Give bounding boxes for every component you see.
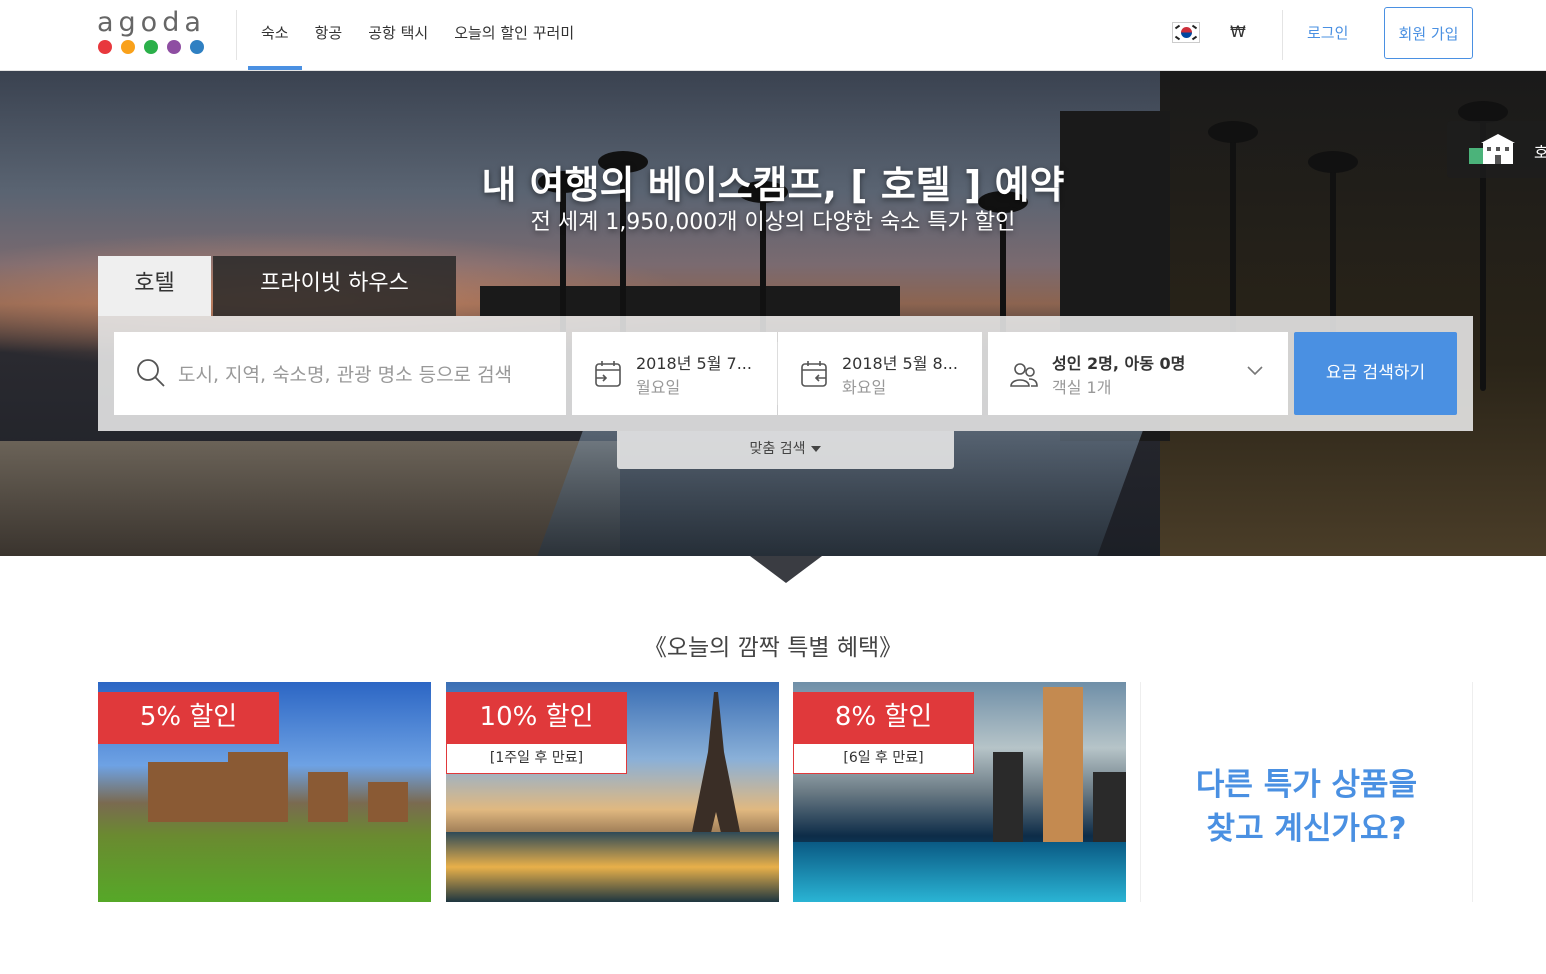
nav-item-flights[interactable]: 항공 (302, 0, 356, 70)
deals-section-title: 《오늘의 깜짝 특별 혜택》 (643, 635, 903, 661)
more-deals-text: 다른 특가 상품을 찾고 계신가요? (1195, 767, 1418, 847)
agoda-logo[interactable]: agoda (97, 8, 212, 60)
hero-subtitle: 전 세계 1,950,000개 이상의 다양한 숙소 특가 할인 (530, 210, 1016, 235)
deal-card-2[interactable]: 10% 할인 [1주일 후 만료] (446, 682, 779, 902)
occupancy-guests: 성인 2명, 아동 0명 (1052, 354, 1186, 373)
checkin-date: 2018년 5월 7... (636, 354, 752, 373)
deal-card-1[interactable]: 5% 할인 (98, 682, 431, 902)
search-icon (137, 359, 165, 387)
expiry-label: [6일 후 만료] (793, 744, 974, 774)
search-button[interactable]: 요금 검색하기 (1294, 332, 1457, 415)
checkin-field[interactable]: 2018년 5월 7... 월요일 (572, 332, 777, 415)
discount-badge: 10% 할인 (446, 692, 627, 744)
calendar-checkout-icon (801, 361, 827, 387)
hero-banner: 호 내 여행의 베이스캠프, [ 호텔 ] 예약 전 세계 1,950,000개… (0, 71, 1546, 556)
header-divider (1282, 10, 1283, 60)
tab-private-house[interactable]: 프라이빗 하우스 (213, 256, 456, 316)
guests-icon (1010, 363, 1038, 387)
more-deals-card[interactable]: 다른 특가 상품을 찾고 계신가요? (1140, 682, 1473, 902)
nav-item-airport-taxi[interactable]: 공항 택시 (355, 0, 441, 70)
hero-title: 내 여행의 베이스캠프, [ 호텔 ] 예약 (481, 163, 1065, 207)
login-link[interactable]: 로그인 (1307, 22, 1348, 43)
korea-flag-icon[interactable] (1172, 22, 1200, 43)
nav-item-daily-deals[interactable]: 오늘의 할인 꾸러미 (441, 0, 587, 70)
main-nav: 숙소 항공 공항 택시 오늘의 할인 꾸러미 (248, 0, 587, 70)
chevron-down-icon (1247, 366, 1263, 376)
destination-field[interactable]: 도시, 지역, 숙소명, 관광 명소 등으로 검색 (114, 332, 566, 415)
discount-badge: 5% 할인 (98, 692, 279, 744)
logo-dots (97, 40, 212, 54)
logo-dot (98, 40, 112, 54)
custom-search-toggle[interactable]: 맞춤 검색 (617, 431, 954, 469)
logo-dot (144, 40, 158, 54)
occupancy-rooms: 객실 1개 (1052, 378, 1112, 397)
checkout-field[interactable]: 2018년 5월 8... 화요일 (778, 332, 982, 415)
signup-button[interactable]: 회원 가입 (1384, 7, 1473, 59)
logo-dot (167, 40, 181, 54)
calendar-checkin-icon (595, 361, 621, 387)
destination-placeholder: 도시, 지역, 숙소명, 관광 명소 등으로 검색 (178, 364, 513, 386)
search-panel: 도시, 지역, 숙소명, 관광 명소 등으로 검색 2018년 5월 7... … (98, 316, 1473, 431)
nav-item-accommodation[interactable]: 숙소 (248, 0, 302, 70)
expiry-label: [1주일 후 만료] (446, 744, 627, 774)
logo-text: agoda (97, 7, 206, 38)
checkin-day: 월요일 (636, 378, 681, 397)
hero-pointer-arrow (750, 556, 822, 583)
logo-dot (121, 40, 135, 54)
deal-card-3[interactable]: 8% 할인 [6일 후 만료] (793, 682, 1126, 902)
logo-dot (190, 40, 204, 54)
top-header: agoda 숙소 항공 공항 택시 오늘의 할인 꾸러미 ₩ 로그인 회원 가입 (0, 0, 1546, 71)
checkout-date: 2018년 5월 8... (842, 354, 958, 373)
caret-down-icon (811, 446, 822, 452)
checkout-day: 화요일 (842, 378, 887, 397)
currency-selector[interactable]: ₩ (1230, 22, 1246, 41)
occupancy-field[interactable]: 성인 2명, 아동 0명 객실 1개 (988, 332, 1288, 415)
discount-badge: 8% 할인 (793, 692, 974, 744)
tab-hotel[interactable]: 호텔 (98, 256, 211, 316)
custom-search-label: 맞춤 검색 (749, 441, 806, 457)
header-divider (236, 10, 237, 60)
